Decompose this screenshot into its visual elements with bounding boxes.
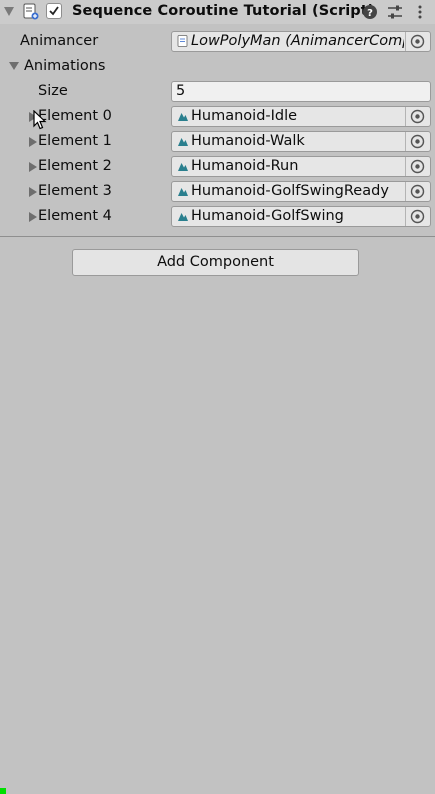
enabled-checkbox[interactable] bbox=[46, 3, 62, 19]
element-4-object-field[interactable]: Humanoid-GolfSwing bbox=[171, 206, 431, 227]
kebab-menu-icon[interactable] bbox=[412, 4, 428, 20]
component-title: Sequence Coroutine Tutorial (Script) bbox=[72, 3, 375, 19]
foldout-arrow-icon[interactable] bbox=[4, 7, 14, 16]
help-icon[interactable]: ? bbox=[362, 4, 378, 20]
animation-clip-icon bbox=[178, 163, 188, 171]
animancer-value: LowPolyMan (AnimancerComp bbox=[191, 33, 404, 49]
component-header[interactable]: Sequence Coroutine Tutorial (Script) ? bbox=[0, 0, 435, 24]
object-picker-button[interactable] bbox=[405, 132, 430, 151]
svg-text:?: ? bbox=[367, 8, 373, 19]
size-value: 5 bbox=[176, 83, 186, 99]
object-picker-button[interactable] bbox=[405, 207, 430, 226]
animancer-label: Animancer bbox=[20, 33, 99, 49]
size-input[interactable]: 5 bbox=[171, 81, 431, 102]
checkmark-icon bbox=[49, 6, 59, 16]
animancer-object-field[interactable]: LowPolyMan (AnimancerComp bbox=[171, 31, 431, 52]
animation-clip-icon bbox=[178, 188, 188, 196]
add-component-button[interactable]: Add Component bbox=[72, 249, 359, 276]
element-4-value: Humanoid-GolfSwing bbox=[191, 208, 344, 224]
element-0-object-field[interactable]: Humanoid-Idle bbox=[171, 106, 431, 127]
element-1-label: Element 1 bbox=[38, 133, 112, 149]
target-icon bbox=[410, 134, 425, 149]
object-picker-button[interactable] bbox=[405, 157, 430, 176]
mouse-cursor-icon bbox=[33, 110, 47, 130]
script-icon bbox=[177, 35, 188, 47]
animations-label[interactable]: Animations bbox=[24, 58, 105, 74]
status-indicator bbox=[0, 788, 6, 794]
target-icon bbox=[410, 184, 425, 199]
object-picker-button[interactable] bbox=[405, 107, 430, 126]
size-label: Size bbox=[38, 83, 68, 99]
element-2-label: Element 2 bbox=[38, 158, 112, 174]
object-picker-button[interactable] bbox=[405, 32, 430, 51]
element-2-value: Humanoid-Run bbox=[191, 158, 299, 174]
element-0-label: Element 0 bbox=[38, 108, 112, 124]
separator bbox=[0, 236, 435, 237]
animation-clip-icon bbox=[178, 113, 188, 121]
element-4-label: Element 4 bbox=[38, 208, 112, 224]
element-1-foldout-icon[interactable] bbox=[29, 137, 37, 147]
target-icon bbox=[410, 159, 425, 174]
element-2-foldout-icon[interactable] bbox=[29, 162, 37, 172]
element-3-value: Humanoid-GolfSwingReady bbox=[191, 183, 389, 199]
target-icon bbox=[410, 34, 425, 49]
element-2-object-field[interactable]: Humanoid-Run bbox=[171, 156, 431, 177]
element-0-value: Humanoid-Idle bbox=[191, 108, 298, 124]
animation-clip-icon bbox=[178, 138, 188, 146]
animation-clip-icon bbox=[178, 213, 188, 221]
animations-foldout-icon[interactable] bbox=[9, 62, 19, 70]
script-icon bbox=[23, 3, 39, 20]
element-1-value: Humanoid-Walk bbox=[191, 133, 305, 149]
element-4-foldout-icon[interactable] bbox=[29, 212, 37, 222]
element-3-object-field[interactable]: Humanoid-GolfSwingReady bbox=[171, 181, 431, 202]
preset-icon[interactable] bbox=[387, 4, 403, 20]
element-3-foldout-icon[interactable] bbox=[29, 187, 37, 197]
element-3-label: Element 3 bbox=[38, 183, 112, 199]
element-1-object-field[interactable]: Humanoid-Walk bbox=[171, 131, 431, 152]
target-icon bbox=[410, 109, 425, 124]
target-icon bbox=[410, 209, 425, 224]
object-picker-button[interactable] bbox=[405, 182, 430, 201]
